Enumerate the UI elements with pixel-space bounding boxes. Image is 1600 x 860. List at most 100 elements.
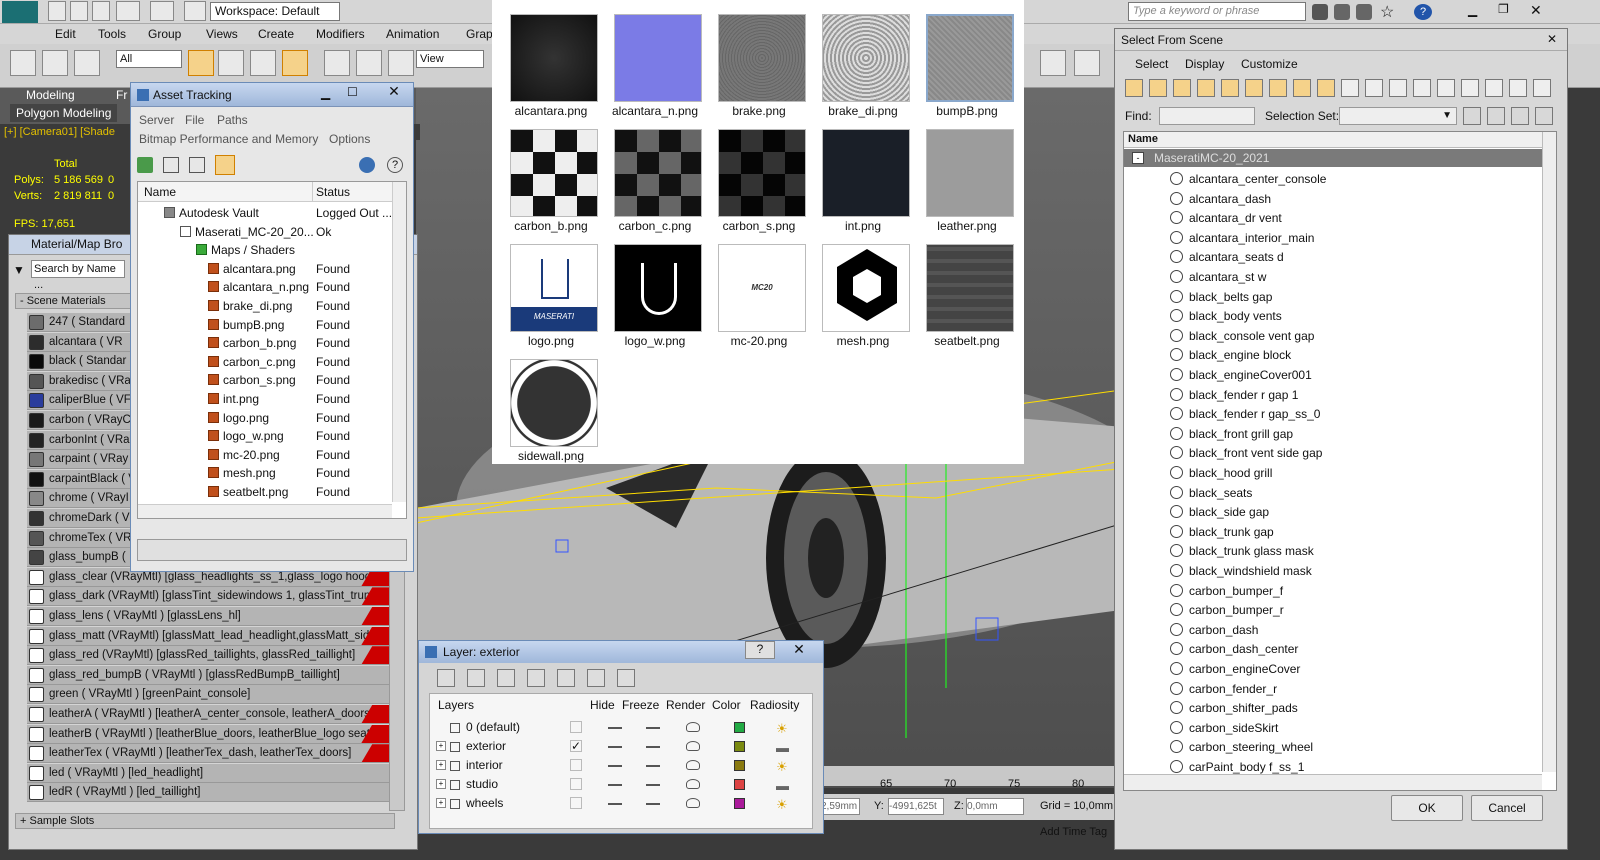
sample-slots-header[interactable]: + Sample Slots — [15, 813, 395, 829]
radiosity-sun-icon[interactable]: ☀ — [776, 757, 788, 776]
layer-row[interactable]: 0 (default) ☀ — [446, 718, 824, 737]
window-crossing-icon[interactable] — [282, 50, 308, 76]
material-item[interactable]: glass_red_bumpB ( VRayMtl ) [glassRedBum… — [27, 665, 389, 685]
scene-object-row[interactable]: black_fender r gap_ss_0 — [1170, 405, 1546, 425]
minimize-icon[interactable]: ▁ — [1468, 3, 1477, 17]
sfs-titlebar[interactable]: Select From Scene ✕ — [1115, 29, 1567, 51]
scene-object-row[interactable]: alcantara_center_console — [1170, 170, 1546, 190]
set-create-icon[interactable] — [1463, 107, 1481, 125]
col-color[interactable]: Color — [712, 698, 741, 712]
unlink-icon[interactable] — [42, 50, 68, 76]
image-thumbnail[interactable]: MC20 mc-20.png — [706, 234, 812, 348]
detail-view-icon[interactable] — [189, 157, 205, 173]
move-icon[interactable] — [324, 50, 350, 76]
material-list-scrollbar[interactable] — [389, 571, 405, 811]
asset-row[interactable]: alcantara.png Found — [144, 260, 396, 279]
expand-icon[interactable]: + — [436, 779, 446, 789]
layer-color-swatch[interactable] — [734, 760, 745, 771]
selection-set-select[interactable]: ▼ — [1339, 107, 1457, 125]
scene-object-row[interactable]: carbon_dash — [1170, 621, 1546, 641]
layer-row[interactable]: + exterior ✓ ▬ — [436, 737, 824, 757]
scene-object-row[interactable]: black_side gap — [1170, 503, 1546, 523]
layer-row[interactable]: + studio ▬ — [436, 775, 824, 794]
menu-group[interactable]: Group — [148, 27, 181, 41]
layer-color-swatch[interactable] — [734, 798, 745, 809]
scene-object-row[interactable]: black_engine block — [1170, 346, 1546, 366]
scene-filter-icon[interactable] — [1509, 79, 1527, 97]
reference-coord-select[interactable]: View — [416, 50, 484, 68]
scene-object-row[interactable]: alcantara_dr vent — [1170, 209, 1546, 229]
layer-titlebar[interactable]: Layer: exterior ? ✕ — [419, 641, 823, 663]
image-thumbnail[interactable]: carbon_c.png — [602, 119, 708, 233]
material-search-input[interactable]: Search by Name ... — [31, 260, 125, 291]
bind-icon[interactable] — [74, 50, 100, 76]
scene-filter-icon[interactable] — [1293, 79, 1311, 97]
menu-arrow-icon[interactable]: ▼ — [13, 263, 25, 277]
radiosity-off-icon[interactable]: ▬ — [776, 738, 789, 757]
image-thumbnail[interactable]: carbon_s.png — [706, 119, 812, 233]
menu-display[interactable]: Display — [1185, 57, 1224, 71]
material-item[interactable]: ledR ( VRayMtl ) [led_taillight] — [27, 783, 389, 803]
menu-customize[interactable]: Customize — [1241, 57, 1298, 71]
scene-filter-icon[interactable] — [1365, 79, 1383, 97]
tab-polygon-modeling[interactable]: Polygon Modeling — [10, 104, 118, 122]
help-icon[interactable]: ? — [1414, 4, 1432, 20]
asset-vscrollbar[interactable] — [392, 182, 406, 502]
image-thumbnail[interactable]: alcantara_n.png — [602, 4, 708, 118]
scene-object-row[interactable]: carbon_engineCover — [1170, 660, 1546, 680]
asset-tracking-titlebar[interactable]: Asset Tracking ▁ ☐ ✕ — [131, 83, 413, 107]
material-item[interactable]: glass_dark (VRayMtl) [glassTint_sidewind… — [27, 587, 389, 607]
scene-filter-icon[interactable] — [1341, 79, 1359, 97]
select-in-layer-icon[interactable] — [527, 669, 545, 687]
selection-filter-select[interactable]: All — [116, 50, 182, 68]
freeze-toggle[interactable] — [646, 746, 660, 748]
current-layer-checkbox[interactable] — [570, 778, 582, 790]
asset-path-field[interactable] — [137, 539, 407, 561]
save-icon[interactable] — [92, 1, 110, 21]
hide-all-icon[interactable] — [587, 669, 605, 687]
render-teapot-icon[interactable] — [686, 779, 700, 789]
scene-filter-icon[interactable] — [1173, 79, 1191, 97]
select-object-icon[interactable] — [188, 50, 214, 76]
layer-color-swatch[interactable] — [734, 779, 745, 790]
restore-icon[interactable]: ❐ — [1498, 2, 1509, 16]
help-icon[interactable]: ? — [387, 157, 403, 173]
render-setup-icon[interactable] — [1040, 50, 1066, 76]
scene-object-row[interactable]: carbon_shifter_pads — [1170, 699, 1546, 719]
scene-object-row[interactable]: black_body vents — [1170, 307, 1546, 327]
timeline[interactable]: 65 70 75 80 — [820, 766, 1120, 790]
scene-object-row[interactable]: carbon_bumper_r — [1170, 601, 1546, 621]
menu-paths[interactable]: Paths — [217, 113, 248, 127]
asset-row[interactable]: logo.png Found — [144, 409, 396, 428]
scene-root[interactable]: MaseratiMC-20_2021 — [1124, 149, 1542, 167]
col-hide[interactable]: Hide — [590, 698, 615, 712]
hide-toggle[interactable] — [608, 803, 622, 805]
asset-row[interactable]: brake_di.png Found — [144, 297, 396, 316]
image-thumbnail[interactable]: alcantara.png — [498, 4, 604, 118]
scene-filter-icon[interactable] — [1197, 79, 1215, 97]
people-icon[interactable] — [1356, 4, 1372, 20]
image-thumbnail[interactable]: mesh.png — [810, 234, 916, 348]
set-remove-icon[interactable] — [1511, 107, 1529, 125]
scene-filter-icon[interactable] — [1245, 79, 1263, 97]
col-status[interactable]: Status — [316, 185, 350, 199]
col-name[interactable]: Name — [1124, 132, 1542, 148]
menu-select[interactable]: Select — [1135, 57, 1168, 71]
close-icon[interactable]: ✕ — [1530, 2, 1542, 19]
scene-tree-vscrollbar[interactable] — [1542, 132, 1556, 772]
find-input[interactable] — [1159, 107, 1255, 125]
material-item[interactable]: leatherA ( VRayMtl ) [leatherA_center_co… — [27, 705, 389, 724]
material-item[interactable]: green ( VRayMtl ) [greenPaint_console] — [27, 685, 389, 705]
freeze-toggle[interactable] — [646, 765, 660, 767]
scene-object-row[interactable]: carbon_dash_center — [1170, 640, 1546, 660]
scene-filter-icon[interactable] — [1413, 79, 1431, 97]
freeze-toggle[interactable] — [646, 727, 660, 729]
scene-object-row[interactable]: carbon_bumper_f — [1170, 582, 1546, 602]
set-select-icon[interactable] — [1535, 107, 1553, 125]
scene-object-row[interactable]: black_belts gap — [1170, 288, 1546, 308]
image-thumbnail[interactable]: MASERATI logo.png — [498, 234, 604, 348]
scene-object-row[interactable]: black_fender r gap 1 — [1170, 386, 1546, 406]
asset-row[interactable]: alcantara_n.png Found — [144, 278, 396, 297]
x-coord-field[interactable]: 2,59mm — [820, 798, 860, 815]
highlight-layer-icon[interactable] — [557, 669, 575, 687]
